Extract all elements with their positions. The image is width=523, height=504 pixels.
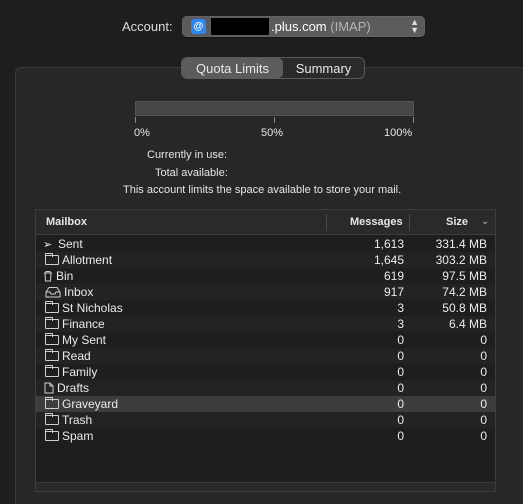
mailbox-size: 0 [480, 365, 487, 379]
folder-icon [45, 301, 59, 313]
message-count: 619 [383, 269, 404, 283]
table-header: Mailbox Messages Size ⌄ [36, 210, 495, 235]
mailbox-size: 0 [480, 349, 487, 363]
mailbox-size: 0 [480, 413, 487, 427]
folder-icon [45, 253, 59, 265]
mailbox-size: 331.4 MB [435, 237, 487, 251]
column-separator [409, 214, 410, 231]
mailbox-table: Mailbox Messages Size ⌄ ➢ Sent 1,613 331.4 … [35, 209, 496, 492]
at-sign-icon: @ [191, 19, 206, 34]
trash-icon [44, 271, 52, 282]
mailbox-size: 6.4 MB [448, 317, 487, 331]
column-header-size[interactable]: Size [446, 216, 468, 228]
folder-icon [45, 397, 59, 409]
mailbox-name: Drafts [57, 381, 90, 395]
account-label: Account: [122, 19, 173, 34]
message-count: 0 [397, 365, 404, 379]
mailbox-name: St Nicholas [62, 301, 123, 315]
mailbox-size: 97.5 MB [442, 269, 487, 283]
mailbox-name: Spam [62, 429, 94, 443]
horizontal-scrollbar[interactable] [36, 482, 495, 491]
mailbox-name: My Sent [62, 333, 107, 347]
account-row: Account: @ .plus.com (IMAP) ▲ ▼ [0, 16, 523, 38]
table-row[interactable]: Spam 0 0 [36, 428, 495, 444]
mailbox-size: 0 [480, 333, 487, 347]
table-row[interactable]: Drafts 0 0 [36, 380, 495, 396]
mailbox-name: Finance [62, 317, 105, 331]
mailbox-size: 74.2 MB [442, 285, 487, 299]
account-domain: .plus.com [271, 19, 327, 34]
column-header-messages[interactable]: Messages [350, 216, 403, 228]
table-row[interactable]: Inbox 917 74.2 MB [36, 284, 495, 300]
quota-usage-bar [135, 101, 414, 116]
mailbox-name: Graveyard [62, 397, 119, 411]
mailbox-size: 0 [480, 397, 487, 411]
tab-quota-limits[interactable]: Quota Limits [182, 58, 283, 78]
mailbox-name: Family [62, 365, 98, 379]
message-count: 0 [397, 429, 404, 443]
folder-icon [45, 429, 59, 441]
inbox-icon [45, 287, 61, 298]
mailbox-size: 0 [480, 381, 487, 395]
message-count: 3 [397, 301, 404, 315]
message-count: 1,613 [373, 237, 404, 251]
account-type: (IMAP) [330, 19, 371, 34]
table-row[interactable]: My Sent 0 0 [36, 332, 495, 348]
table-row[interactable]: Graveyard 0 0 [36, 396, 495, 412]
segmented-control: Quota Limits Summary [181, 57, 365, 79]
message-count: 0 [397, 349, 404, 363]
mailbox-name: Bin [56, 269, 74, 283]
table-row[interactable]: Family 0 0 [36, 364, 495, 380]
table-row[interactable]: Trash 0 0 [36, 412, 495, 428]
currently-in-use-label: Currently in use: [147, 149, 228, 161]
message-count: 0 [397, 397, 404, 411]
table-row[interactable]: Bin 619 97.5 MB [36, 268, 495, 284]
message-count: 1,645 [373, 253, 404, 267]
tab-summary[interactable]: Summary [283, 58, 364, 78]
mailbox-size: 50.8 MB [442, 301, 487, 315]
total-available-label: Total available: [155, 167, 228, 179]
tick-mark [413, 117, 414, 123]
mailbox-name: Read [62, 349, 91, 363]
mailbox-size: 303.2 MB [435, 253, 487, 267]
mailbox-size: 0 [480, 429, 487, 443]
document-icon [44, 382, 54, 394]
account-popup[interactable]: @ .plus.com (IMAP) ▲ ▼ [182, 16, 425, 37]
tick-label-100: 100% [384, 127, 413, 139]
message-count: 917 [383, 285, 404, 299]
tick-label-0: 0% [134, 127, 150, 139]
folder-icon [45, 349, 59, 361]
sort-chevron-icon: ⌄ [481, 216, 490, 227]
column-separator [326, 214, 327, 231]
redacted-username [211, 18, 269, 35]
tick-mark [135, 117, 136, 123]
mailbox-name: Trash [62, 413, 93, 427]
folder-icon [45, 317, 59, 329]
account-name: .plus.com (IMAP) [271, 19, 371, 34]
message-count: 0 [397, 381, 404, 395]
message-count: 3 [397, 317, 404, 331]
table-row[interactable]: Finance 3 6.4 MB [36, 316, 495, 332]
message-count: 0 [397, 413, 404, 427]
mailbox-name: Inbox [64, 285, 94, 299]
folder-icon [45, 333, 59, 345]
folder-icon [45, 365, 59, 377]
table-row[interactable]: St Nicholas 3 50.8 MB [36, 300, 495, 316]
quota-note: This account limits the space available … [123, 184, 402, 196]
paper-plane-icon: ➢ [43, 239, 53, 251]
table-row[interactable]: Allotment 1,645 303.2 MB [36, 252, 495, 268]
mailbox-name: Sent [58, 237, 83, 251]
tick-label-50: 50% [261, 127, 284, 139]
up-down-chevron-icon: ▲ ▼ [410, 17, 419, 35]
tick-mark [274, 117, 275, 123]
message-count: 0 [397, 333, 404, 347]
folder-icon [45, 413, 59, 425]
mailbox-name: Allotment [62, 253, 113, 267]
table-row[interactable]: Read 0 0 [36, 348, 495, 364]
column-header-mailbox[interactable]: Mailbox [46, 216, 87, 228]
table-row[interactable]: ➢ Sent 1,613 331.4 MB [36, 236, 495, 252]
